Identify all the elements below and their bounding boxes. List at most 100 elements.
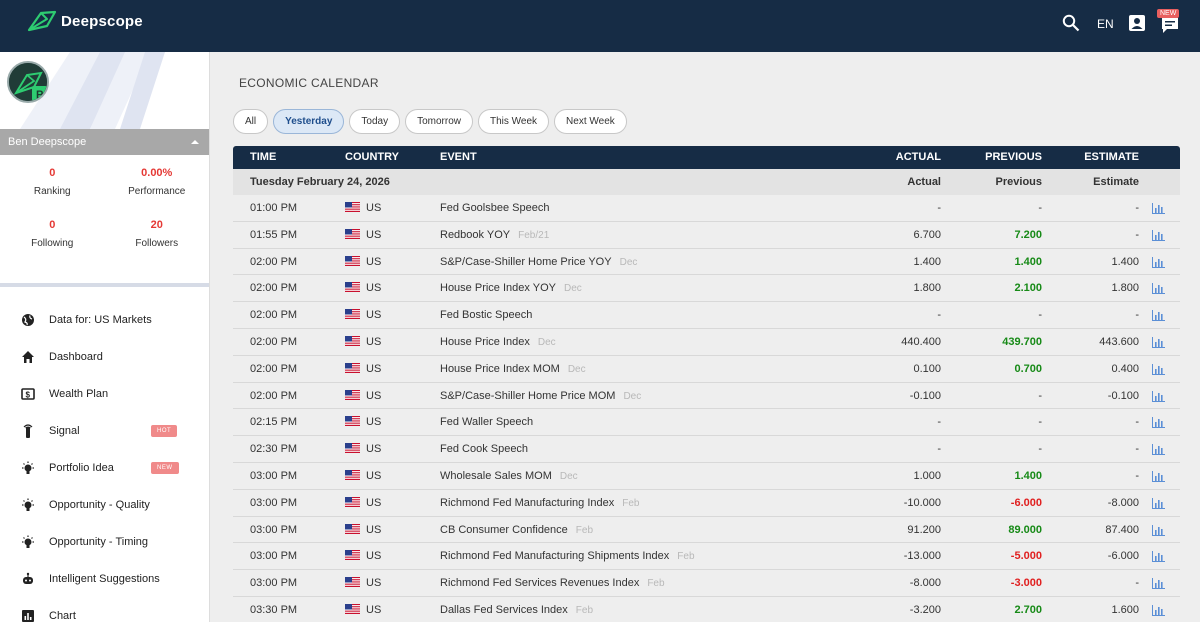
sidebar-item-data-for[interactable]: Data for: US Markets [0,301,209,338]
bar-chart-icon[interactable] [1152,390,1165,405]
bar-chart-icon[interactable] [1152,524,1165,539]
sidebar-item-intelligent-suggestions[interactable]: Intelligent Suggestions [0,560,209,597]
bar-chart-icon[interactable] [1152,256,1165,271]
table-row[interactable]: 02:00 PM US House Price Index MOM Dec 0.100 0… [233,356,1180,383]
event-name: Richmond Fed Services Revenues Index [440,577,640,590]
col-estimate[interactable]: ESTIMATE [1084,151,1139,163]
table-row[interactable]: 03:30 PM US Dallas Fed Services Index Feb -3… [233,597,1180,622]
cell-event[interactable]: Fed Waller Speech [440,416,541,428]
caret-up-icon[interactable] [191,139,199,145]
bar-chart-icon[interactable] [1152,577,1165,592]
filter-yesterday[interactable]: Yesterday [273,109,345,134]
sidebar-item-chart[interactable]: Chart [0,597,209,622]
cell-event[interactable]: Richmond Fed Manufacturing Shipments Ind… [440,550,695,562]
bar-chart-icon[interactable] [1152,443,1165,458]
cell-time: 03:00 PM [250,469,298,482]
avatar[interactable]: P [7,61,49,103]
bar-chart-icon[interactable] [1152,363,1165,378]
us-flag-icon [345,362,360,373]
cell-event[interactable]: Redbook YOY Feb/21 [440,229,549,241]
col-previous[interactable]: PREVIOUS [985,151,1042,163]
profile-banner: P [0,52,209,129]
cell-event[interactable]: CB Consumer Confidence Feb [440,524,593,536]
stat-following[interactable]: 0 Following [0,219,105,271]
username-bar[interactable]: Ben Deepscope [0,129,209,155]
table-row[interactable]: 03:00 PM US Richmond Fed Manufacturing Shi… [233,543,1180,571]
country-code: US [366,603,382,616]
bar-chart-icon[interactable] [1152,309,1165,324]
cell-event[interactable]: Fed Goolsbee Speech [440,202,557,214]
cell-actual: -10.000 [903,496,941,509]
sidebar-item-dashboard[interactable]: Dashboard [0,338,209,375]
search-icon[interactable] [1062,14,1080,35]
table-row[interactable]: 03:00 PM US CB Consumer Confidence Feb 91.20… [233,517,1180,544]
table-row[interactable]: 02:00 PM US S&P/Case-Shiller Home Price MO… [233,383,1180,410]
table-body: 01:00 PM US Fed Goolsbee Speech - - -01:55 PM… [233,195,1180,622]
bar-chart-icon[interactable] [1152,229,1165,244]
language-selector[interactable]: EN [1097,17,1114,31]
col-time[interactable]: TIME [250,151,276,163]
cell-event[interactable]: Richmond Fed Services Revenues Index Feb [440,577,665,589]
col-country[interactable]: COUNTRY [345,151,399,163]
bar-chart-icon[interactable] [1152,550,1165,565]
stat-ranking[interactable]: 0 Ranking [0,167,105,219]
stat-performance[interactable]: 0.00% Performance [105,167,210,219]
cell-event[interactable]: House Price Index Dec [440,336,556,348]
cell-event[interactable]: S&P/Case-Shiller Home Price MOM Dec [440,390,641,402]
sidebar-item-label: Opportunity - Quality [49,498,150,511]
table-row[interactable]: 03:00 PM US Wholesale Sales MOM Dec 1.000 1.4… [233,463,1180,490]
sidebar-item-portfolio-idea[interactable]: Portfolio Idea NEW [0,449,209,486]
stat-label: Followers [135,238,179,249]
sidebar-item-label: Data for: US Markets [49,313,152,326]
col-event[interactable]: EVENT [440,151,477,163]
cell-estimate: - [1135,228,1139,241]
bar-chart-icon[interactable] [1152,470,1165,485]
cell-actual: -3.200 [909,603,941,616]
filter-this-week[interactable]: This Week [477,109,550,134]
table-row[interactable]: 02:00 PM US Fed Bostic Speech - - - [233,302,1180,329]
bar-chart-icon[interactable] [1152,336,1165,351]
sidebar-item-opportunity-timing[interactable]: Opportunity - Timing [0,523,209,560]
filter-today[interactable]: Today [349,109,401,134]
col-actual[interactable]: ACTUAL [896,151,941,163]
bar-chart-icon[interactable] [1152,202,1165,217]
cell-time: 01:55 PM [250,228,298,241]
cell-actual: 91.200 [907,523,941,536]
chart-icon [21,609,35,622]
table-row[interactable]: 02:00 PM US House Price Index YOY Dec 1.800 2… [233,275,1180,303]
bar-chart-icon[interactable] [1152,282,1165,297]
filter-next-week[interactable]: Next Week [554,109,627,134]
sidebar-item-opportunity-quality[interactable]: Opportunity - Quality [0,486,209,523]
table-row[interactable]: 03:00 PM US Richmond Fed Manufacturing Ind… [233,490,1180,517]
account-icon[interactable] [1128,14,1146,35]
stat-followers[interactable]: 20 Followers [105,219,210,271]
cell-actual: 1.400 [913,255,941,268]
table-row[interactable]: 02:30 PM US Fed Cook Speech - - - [233,436,1180,463]
cell-event[interactable]: Fed Cook Speech [440,443,536,455]
cell-event[interactable]: Dallas Fed Services Index Feb [440,604,593,616]
table-row[interactable]: 01:55 PM US Redbook YOY Feb/21 6.700 7.200 - [233,222,1180,249]
bar-chart-icon[interactable] [1152,416,1165,431]
table-row[interactable]: 03:00 PM US Richmond Fed Services Revenues… [233,570,1180,597]
cell-time: 03:00 PM [250,577,298,590]
us-flag-icon [345,523,360,534]
cell-actual: -8.000 [909,577,941,590]
cell-event[interactable]: S&P/Case-Shiller Home Price YOY Dec [440,256,637,268]
table-row[interactable]: 02:00 PM US S&P/Case-Shiller Home Price YO… [233,249,1180,276]
table-row[interactable]: 02:15 PM US Fed Waller Speech - - - [233,409,1180,437]
cell-event[interactable]: House Price Index MOM Dec [440,363,586,375]
table-row[interactable]: 01:00 PM US Fed Goolsbee Speech - - - [233,195,1180,222]
cell-event[interactable]: Wholesale Sales MOM Dec [440,470,578,482]
filter-tomorrow[interactable]: Tomorrow [405,109,473,134]
cell-event[interactable]: Fed Bostic Speech [440,309,540,321]
logo[interactable]: Deepscope [27,10,143,32]
cell-event[interactable]: House Price Index YOY Dec [440,282,582,294]
sidebar-item-signal[interactable]: Signal HOT [0,412,209,449]
bar-chart-icon[interactable] [1152,497,1165,512]
us-flag-icon [345,228,360,239]
cell-event[interactable]: Richmond Fed Manufacturing Index Feb [440,497,640,509]
sidebar-item-wealth-plan[interactable]: $ Wealth Plan [0,375,209,412]
bar-chart-icon[interactable] [1152,604,1165,619]
table-row[interactable]: 02:00 PM US House Price Index Dec 440.400 439… [233,329,1180,356]
filter-all[interactable]: All [233,109,269,134]
